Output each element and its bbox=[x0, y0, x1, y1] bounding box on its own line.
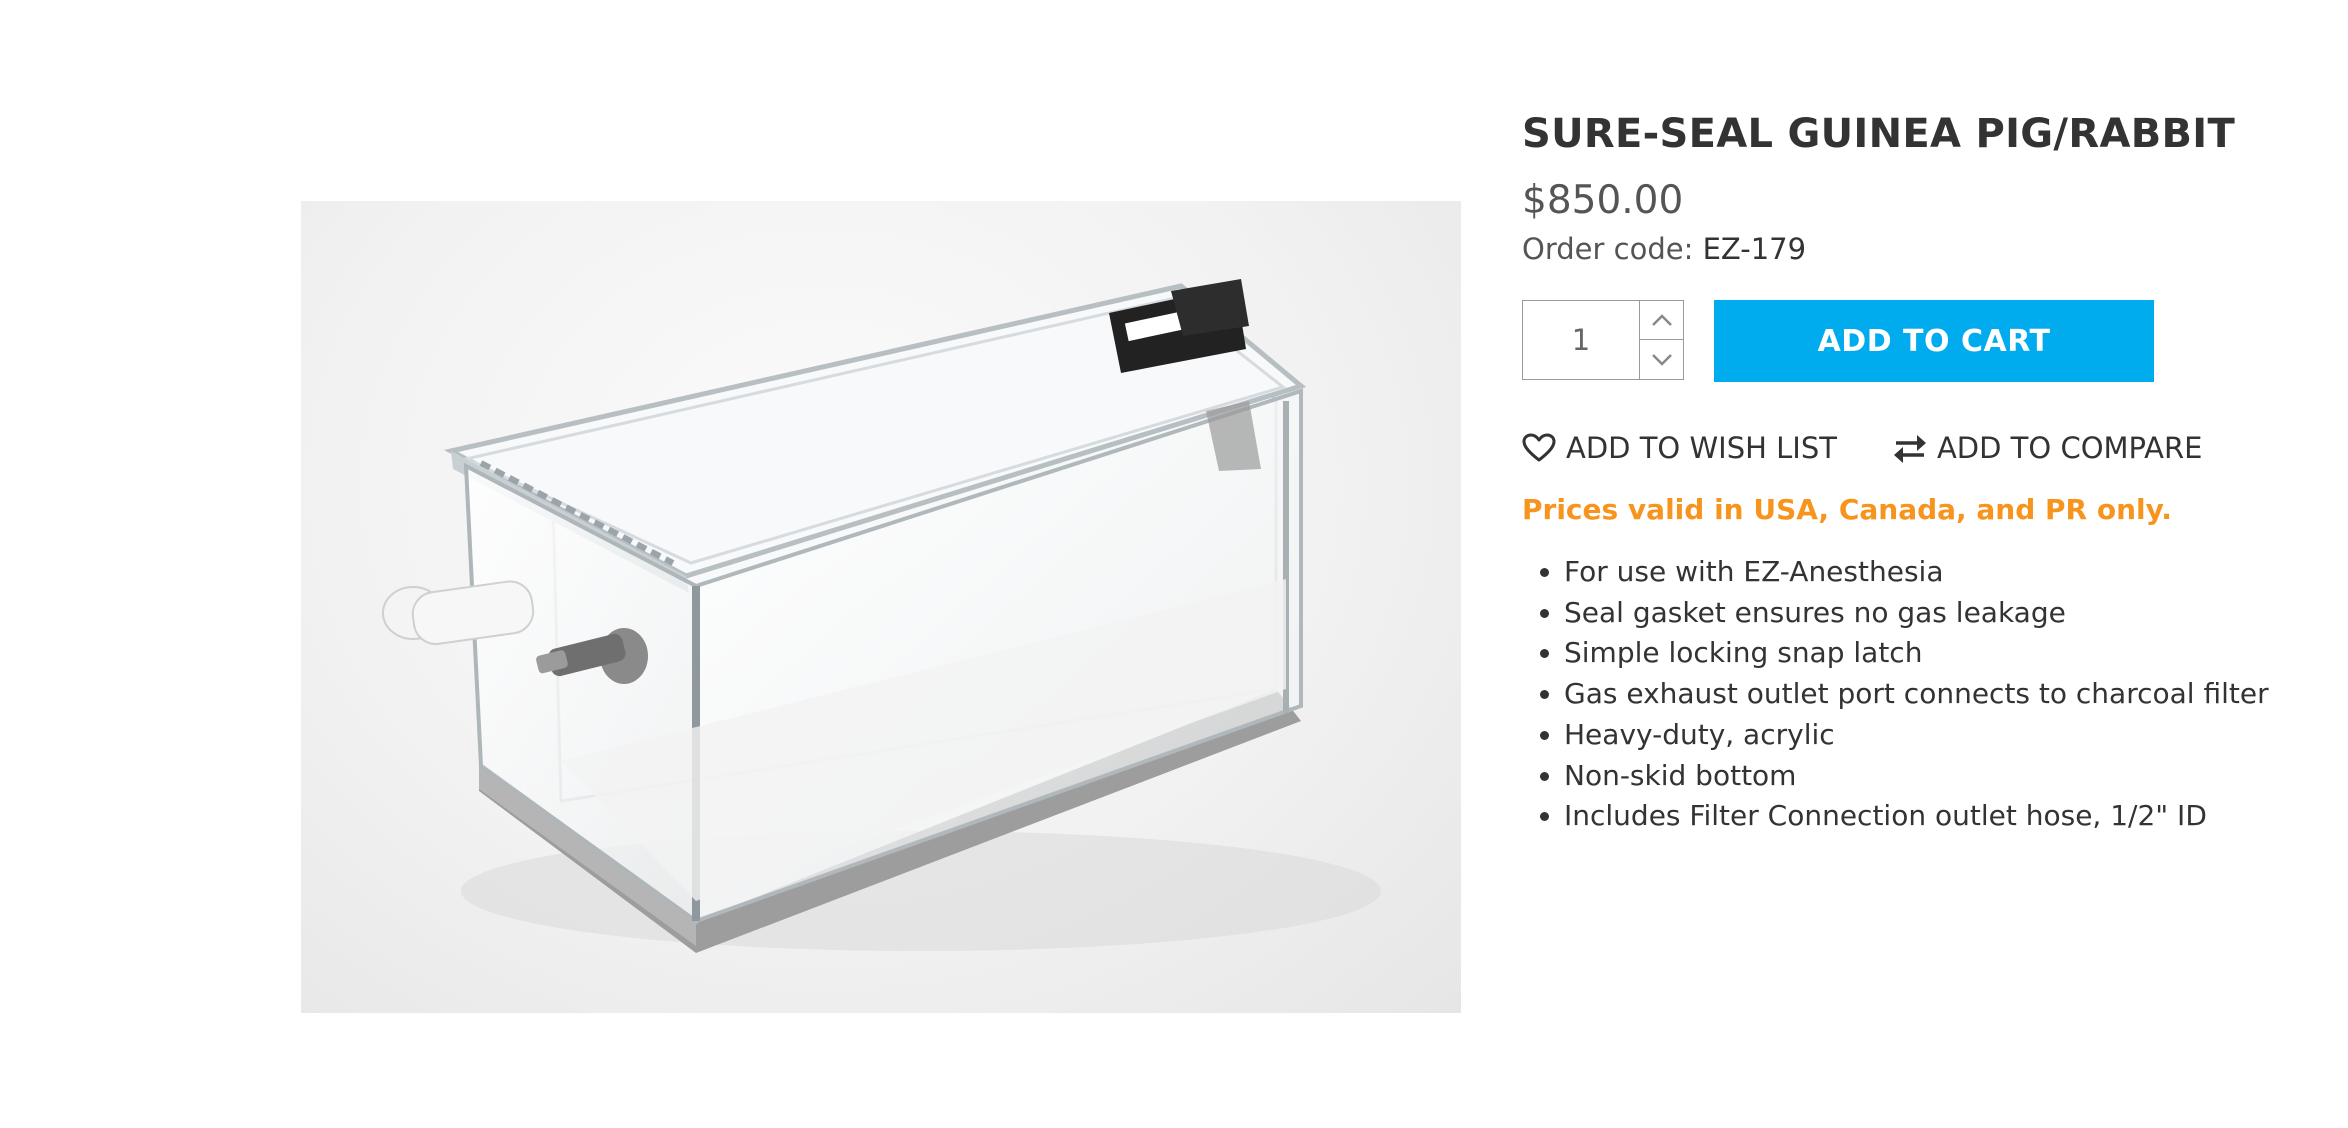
add-to-cart-button[interactable]: ADD TO CART bbox=[1714, 300, 2154, 382]
feature-list: For use with EZ-Anesthesia Seal gasket e… bbox=[1522, 552, 2322, 837]
chamber-illustration bbox=[382, 279, 1381, 953]
product-page: SURE-SEAL GUINEA PIG/RABBIT $850.00 Orde… bbox=[0, 0, 2348, 1128]
order-code: Order code: EZ-179 bbox=[1522, 228, 2322, 270]
cart-row: ADD TO CART bbox=[1522, 300, 2322, 382]
quantity-decrease-button[interactable] bbox=[1639, 340, 1683, 379]
product-actions: ADD TO WISH LIST ADD TO COMPARE bbox=[1522, 426, 2322, 470]
add-to-compare-link[interactable]: ADD TO COMPARE bbox=[1893, 431, 2203, 465]
chevron-up-icon bbox=[1651, 314, 1672, 326]
product-title: SURE-SEAL GUINEA PIG/RABBIT bbox=[1522, 111, 2236, 157]
pricing-notice: Prices valid in USA, Canada, and PR only… bbox=[1522, 493, 2172, 526]
list-item: Gas exhaust outlet port connects to char… bbox=[1564, 674, 2322, 715]
heart-icon bbox=[1522, 433, 1556, 463]
quantity-stepper bbox=[1522, 300, 1684, 380]
list-item: Non-skid bottom bbox=[1564, 756, 2322, 797]
add-to-wish-list-link[interactable]: ADD TO WISH LIST bbox=[1522, 431, 1837, 465]
wish-list-label: ADD TO WISH LIST bbox=[1566, 431, 1837, 465]
compare-label: ADD TO COMPARE bbox=[1936, 431, 2203, 465]
product-details: SURE-SEAL GUINEA PIG/RABBIT $850.00 Orde… bbox=[1522, 104, 2322, 837]
quantity-input[interactable] bbox=[1523, 301, 1639, 379]
quantity-increase-button[interactable] bbox=[1639, 301, 1683, 340]
chevron-down-icon bbox=[1651, 353, 1672, 366]
order-code-value: EZ-179 bbox=[1702, 232, 1807, 266]
list-item: Simple locking snap latch bbox=[1564, 633, 2322, 674]
product-image[interactable] bbox=[301, 201, 1461, 1013]
list-item: Includes Filter Connection outlet hose, … bbox=[1564, 796, 2322, 837]
list-item: Seal gasket ensures no gas leakage bbox=[1564, 593, 2322, 634]
swap-arrows-icon bbox=[1893, 432, 1927, 464]
list-item: For use with EZ-Anesthesia bbox=[1564, 552, 2322, 593]
order-code-label: Order code: bbox=[1522, 232, 1694, 266]
product-price: $850.00 bbox=[1522, 178, 1684, 223]
list-item: Heavy-duty, acrylic bbox=[1564, 715, 2322, 756]
